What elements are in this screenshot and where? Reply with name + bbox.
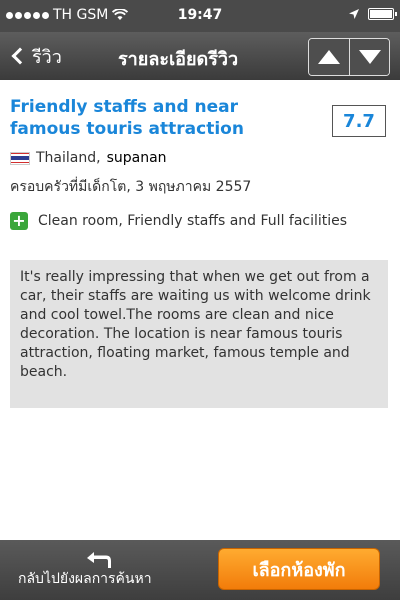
bottom-toolbar: กลับไปยังผลการค้นหา เลือกห้องพัก [0, 540, 400, 600]
battery-icon [368, 8, 397, 20]
pros-text: Clean room, Friendly staffs and Full fac… [38, 213, 348, 229]
back-chevron-icon [11, 47, 29, 65]
back-button-label: รีวิว [32, 46, 62, 68]
back-to-results-label: กลับไปยังผลการค้นหา [18, 571, 152, 587]
review-title: Friendly staffs and near famous touris a… [10, 97, 244, 139]
status-bar: TH GSM 19:47 [0, 0, 400, 32]
status-right [348, 8, 397, 20]
page-title: รายละเอียดรีวิว [118, 49, 239, 70]
arrow-up-icon [318, 50, 340, 64]
status-time: 19:47 [177, 7, 223, 23]
back-to-results-button[interactable]: กลับไปยังผลการค้นหา [18, 544, 188, 596]
location-arrow-icon [349, 9, 359, 19]
review-body: It's really impressing that when we get … [10, 260, 388, 408]
reviewer-name: supanan [106, 150, 167, 166]
review-navigator [308, 38, 390, 76]
reviewer-info: Thailand, supanan [10, 150, 167, 166]
return-icon [87, 552, 111, 568]
next-review-button[interactable] [349, 39, 389, 75]
plus-icon: + [10, 212, 28, 230]
nav-bar: รีวิว รายละเอียดรีวิว [0, 32, 400, 80]
select-room-button[interactable]: เลือกห้องพัก [218, 548, 380, 590]
reviewer-country: Thailand, [36, 150, 101, 166]
review-score: 7.7 [332, 105, 386, 137]
thailand-flag-icon [10, 151, 30, 165]
traveler-type-date: ครอบครัวที่มีเด็กโต, 3 พฤษภาคม 2557 [10, 179, 252, 195]
pros-line: + Clean room, Friendly staffs and Full f… [10, 212, 347, 230]
arrow-down-icon [358, 50, 381, 64]
previous-review-button[interactable] [309, 39, 349, 75]
review-detail: Friendly staffs and near famous touris a… [0, 80, 400, 540]
back-button[interactable]: รีวิว [10, 42, 62, 70]
